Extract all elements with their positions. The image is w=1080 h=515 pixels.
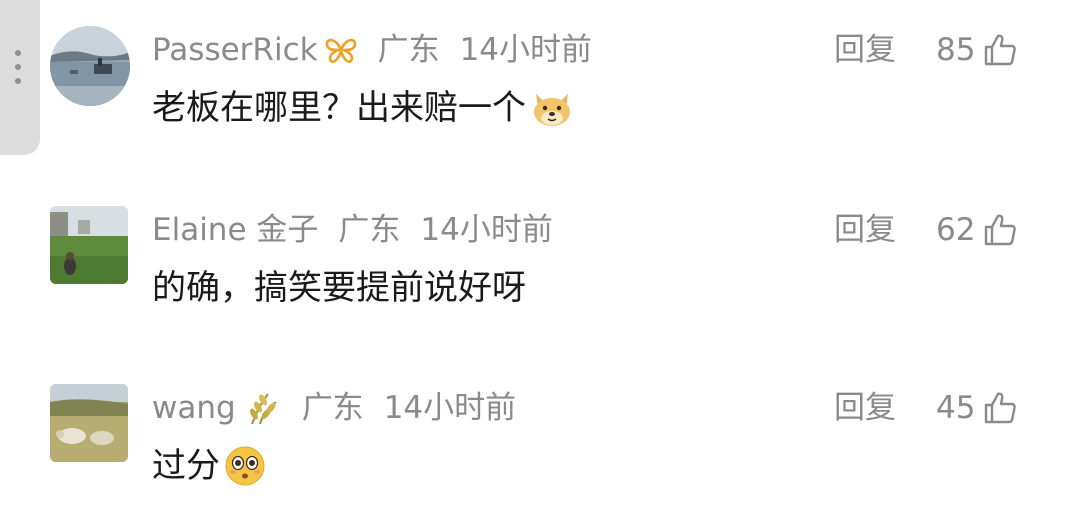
doge-emoji — [530, 88, 574, 128]
comment-body: 过分 — [152, 446, 220, 486]
like-count: 45 — [936, 390, 976, 426]
thumbs-up-icon[interactable] — [983, 33, 1017, 67]
vip-butterfly-icon — [324, 36, 358, 64]
like-count: 85 — [936, 32, 976, 68]
location: 广东 — [377, 32, 440, 68]
avatar[interactable] — [50, 26, 130, 106]
comment-actions: 回复 62 — [834, 210, 1017, 250]
more-dots-icon — [15, 50, 21, 84]
comment-actions: 回复 85 — [834, 30, 1017, 70]
like-count: 62 — [936, 212, 976, 248]
comment-body: 老板在哪里？出来赔一个 — [152, 88, 526, 128]
floating-menu-handle[interactable] — [0, 0, 40, 155]
comment-text: 过分 — [152, 444, 266, 488]
thumbs-up-icon[interactable] — [983, 213, 1017, 247]
username[interactable]: wang — [152, 388, 236, 428]
comment-text: 的确，搞笑要提前说好呀 — [152, 266, 526, 310]
location: 广东 — [338, 212, 401, 248]
comment-meta: wang 广东 14小时前 — [152, 388, 516, 428]
timestamp: 14小时前 — [420, 212, 553, 248]
reply-button[interactable]: 回复 — [834, 388, 906, 428]
comment-text: 老板在哪里？出来赔一个 — [152, 86, 574, 130]
username[interactable]: PasserRick — [152, 30, 318, 70]
comment-actions: 回复 45 — [834, 388, 1017, 428]
thumbs-up-icon[interactable] — [983, 391, 1017, 425]
reply-button[interactable]: 回复 — [834, 210, 906, 250]
avatar[interactable] — [50, 206, 128, 284]
comment-meta: Elaine 金子 广东 14小时前 — [152, 210, 553, 250]
timestamp: 14小时前 — [383, 390, 517, 426]
avatar[interactable] — [50, 384, 128, 462]
location: 广东 — [301, 390, 364, 426]
comment-meta: PasserRick 广东 14小时前 — [152, 30, 592, 70]
comment-body: 的确，搞笑要提前说好呀 — [152, 268, 526, 308]
reply-button[interactable]: 回复 — [834, 30, 906, 70]
shocked-face-emoji — [224, 445, 266, 487]
timestamp: 14小时前 — [459, 32, 593, 68]
wheat-icon — [242, 390, 282, 426]
comment-list: PasserRick 广东 14小时前 老板在哪里？出来赔一个 回复 85 El… — [0, 0, 1080, 515]
username[interactable]: Elaine 金子 — [152, 210, 318, 250]
